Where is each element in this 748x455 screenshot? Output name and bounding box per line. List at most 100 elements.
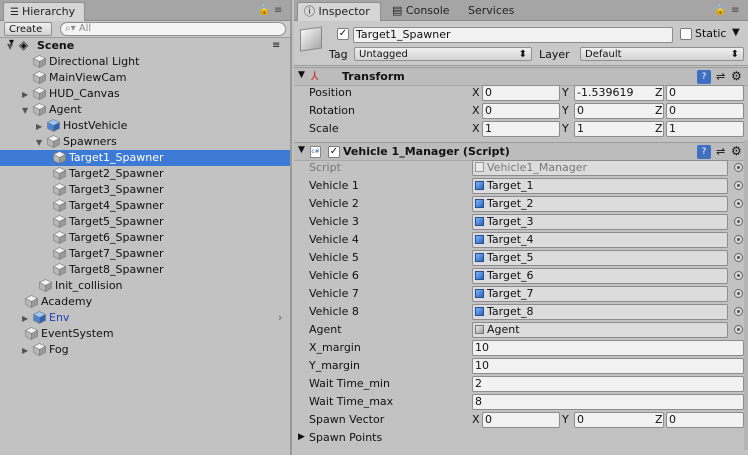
object-picker-icon[interactable] [734,289,743,298]
fold-open-icon[interactable]: ▼ [22,103,28,118]
script-enabled-checkbox[interactable]: ✓ [328,146,340,158]
agent-object-field[interactable]: Agent [472,322,728,338]
layer-dropdown[interactable]: Default ⬍ [580,47,744,61]
gear-icon[interactable]: ⚙ [731,144,742,158]
fold-open-icon[interactable]: ▼ [7,39,13,54]
fold-closed-icon[interactable]: ▶ [22,87,28,102]
help-icon[interactable]: ? [697,70,711,84]
scene-row[interactable]: ▼ ◈ Scene ≡ [0,38,290,54]
wait-time-max-field[interactable]: 8 [472,394,744,410]
vehicle-6-object-field[interactable]: Target_6 [472,268,728,284]
rotation-x-field[interactable]: 0 [482,103,560,119]
hierarchy-item[interactable]: Target8_Spawner [0,262,290,278]
position-z-field[interactable]: 0 [666,85,744,101]
fold-open-icon[interactable]: ▼ [298,145,305,155]
x-margin-field[interactable]: 10 [472,340,744,356]
preset-icon[interactable]: ⇌ [716,145,725,158]
vehicle-3-object-field[interactable]: Target_3 [472,214,728,230]
hierarchy-search-input[interactable]: ⌕▾ All [60,22,286,36]
vehicle-5-object-field[interactable]: Target_5 [472,250,728,266]
vehicle-8-object-field[interactable]: Target_8 [472,304,728,320]
gear-icon[interactable]: ⚙ [731,69,742,83]
hierarchy-item[interactable]: Target6_Spawner [0,230,290,246]
hierarchy-item[interactable]: Init_collision [0,278,290,294]
hierarchy-item[interactable]: Target1_Spawner [0,150,290,166]
lock-icon[interactable]: 🔒 [714,5,726,16]
fold-open-icon[interactable]: ▼ [298,70,305,80]
fold-closed-icon[interactable]: ▶ [298,432,305,442]
help-icon[interactable]: ? [697,145,711,159]
object-picker-icon[interactable] [734,271,743,280]
hierarchy-item[interactable]: EventSystem [0,326,290,342]
object-picker-icon[interactable] [734,235,743,244]
tag-dropdown[interactable]: Untagged ⬍ [354,47,532,61]
object-picker-icon[interactable] [734,199,743,208]
hierarchy-item[interactable]: ▶ Fog [0,342,290,358]
hierarchy-item[interactable]: Target4_Spawner [0,198,290,214]
open-prefab-chevron-icon[interactable]: › [278,310,282,325]
vehicle-6-row-label: Vehicle 6 [309,269,359,282]
fold-open-icon[interactable]: ▼ [36,135,42,150]
object-picker-icon[interactable] [734,307,743,316]
object-picker-icon[interactable] [734,181,743,190]
scale-x-field[interactable]: 1 [482,121,560,137]
static-checkbox[interactable] [680,28,692,40]
object-picker-icon[interactable] [734,325,743,334]
position-y-field[interactable]: -1.539619 [574,85,664,101]
script-field[interactable]: Vehicle1_Manager [472,160,728,176]
vehicle-4-object-field[interactable]: Target_4 [472,232,728,248]
rotation-row: Rotation X 0 Y 0 Z 0 [294,102,748,120]
object-picker-icon[interactable] [734,163,743,172]
tab-services[interactable]: Services [462,2,522,21]
hierarchy-item[interactable]: Target7_Spawner [0,246,290,262]
create-button[interactable]: Create ▾ [4,22,52,48]
spawn-vector-z-field[interactable]: 0 [666,412,744,428]
tab-menu-icon[interactable]: ≡ [274,5,282,16]
manager-title: Vehicle 1_Manager (Script) [343,145,510,158]
static-dropdown-icon[interactable]: ▼ [732,27,740,38]
fold-closed-icon[interactable]: ▶ [22,311,28,326]
scale-z-field[interactable]: 1 [666,121,744,137]
hierarchy-item[interactable]: Target2_Spawner [0,166,290,182]
tab-inspector[interactable]: ⓘ Inspector [297,2,381,21]
rotation-z-field[interactable]: 0 [666,103,744,119]
tab-console[interactable]: ▤ Console [386,2,458,21]
spawn-vector-x-field[interactable]: 0 [482,412,560,428]
fold-closed-icon[interactable]: ▶ [22,343,28,358]
preset-icon[interactable]: ⇌ [716,70,725,83]
hierarchy-item[interactable]: Target3_Spawner [0,182,290,198]
object-picker-icon[interactable] [734,253,743,262]
wait-time-min-field[interactable]: 2 [472,376,744,392]
scene-menu-icon[interactable]: ≡ [272,38,280,53]
fold-closed-icon[interactable]: ▶ [36,119,42,134]
gameobject-cube-icon [24,295,39,308]
hierarchy-item[interactable]: ▼ Spawners [0,134,290,150]
spawn-vector-y-field[interactable]: 0 [574,412,664,428]
hierarchy-item-label: Target1_Spawner [69,151,164,164]
lock-icon[interactable]: 🔒 [258,5,270,16]
vehicle-5-row-label: Vehicle 5 [309,251,359,264]
vehicle-2-object-field[interactable]: Target_2 [472,196,728,212]
tab-menu-icon[interactable]: ≡ [731,5,739,16]
hierarchy-item[interactable]: ▶ HostVehicle [0,118,290,134]
tag-label: Tag [329,48,348,61]
active-checkbox[interactable]: ✓ [337,28,349,40]
vehicle-1-object-field[interactable]: Target_1 [472,178,728,194]
hierarchy-item[interactable]: MainViewCam [0,70,290,86]
position-x-field[interactable]: 0 [482,85,560,101]
inspector-scrollbar[interactable] [744,140,748,450]
vehicle-7-object-field[interactable]: Target_7 [472,286,728,302]
hierarchy-item[interactable]: Academy [0,294,290,310]
tab-hierarchy[interactable]: ☰ Hierarchy [3,2,85,21]
hierarchy-item[interactable]: ▼ Agent [0,102,290,118]
object-picker-icon[interactable] [734,217,743,226]
hierarchy-item[interactable]: ▶ Env › [0,310,290,326]
object-name-field[interactable]: Target1_Spawner [353,27,673,43]
hierarchy-item[interactable]: ▶ HUD_Canvas [0,86,290,102]
y-margin-field[interactable]: 10 [472,358,744,374]
scale-y-field[interactable]: 1 [574,121,664,137]
hierarchy-item[interactable]: Directional Light [0,54,290,70]
spawn-points-row[interactable]: Spawn Points ▶ [294,429,748,447]
rotation-y-field[interactable]: 0 [574,103,664,119]
hierarchy-item[interactable]: Target5_Spawner [0,214,290,230]
